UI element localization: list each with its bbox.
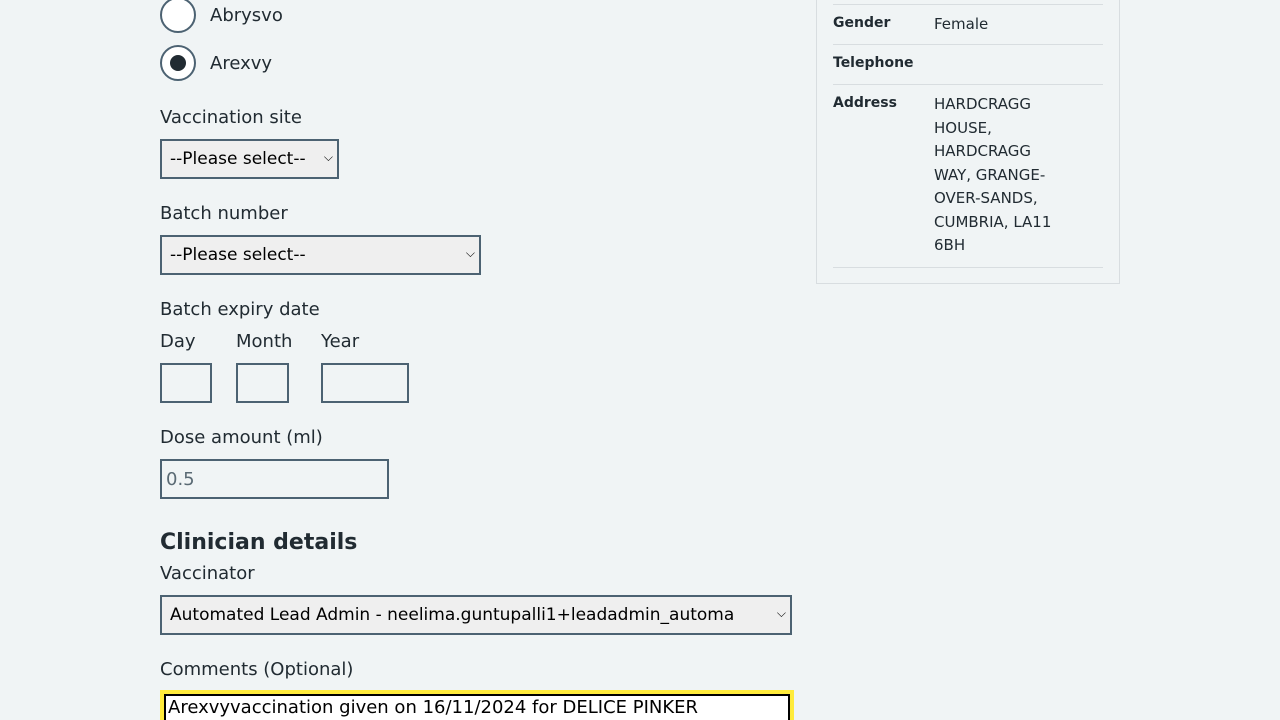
radio-label-abrysvo: Abrysvo: [210, 4, 283, 26]
vaccination-site-value: --Please select--: [170, 149, 306, 169]
dose-amount-input[interactable]: 0.5: [160, 459, 389, 499]
batch-expiry-label: Batch expiry date: [160, 299, 320, 320]
radio-button-abrysvo[interactable]: [160, 0, 196, 33]
radio-button-arexvy[interactable]: [160, 45, 196, 81]
expiry-year-label: Year: [321, 331, 360, 352]
dose-amount-label: Dose amount (ml): [160, 427, 323, 448]
detail-row-gender: Gender Female: [833, 4, 1103, 45]
batch-number-select[interactable]: --Please select-- ⌵: [160, 235, 481, 275]
radio-option-abrysvo[interactable]: Abrysvo: [160, 0, 283, 35]
comments-label: Comments (Optional): [160, 659, 354, 680]
address-key: Address: [833, 95, 897, 111]
vaccination-site-select[interactable]: --Please select-- ⌵: [160, 139, 339, 179]
patient-details-panel: Gender Female Telephone Address HARDCRAG…: [816, 0, 1120, 284]
expiry-year-input[interactable]: [321, 363, 409, 403]
detail-row-telephone: Telephone: [833, 44, 1103, 85]
vaccinator-label: Vaccinator: [160, 563, 255, 584]
vaccinator-select[interactable]: Automated Lead Admin - neelima.guntupall…: [160, 595, 792, 635]
expiry-day-label: Day: [160, 331, 196, 352]
radio-option-arexvy[interactable]: Arexvy: [160, 43, 272, 83]
expiry-month-input[interactable]: [236, 363, 289, 403]
batch-number-label: Batch number: [160, 203, 288, 224]
vaccinator-value: Automated Lead Admin - neelima.guntupall…: [170, 605, 735, 625]
comments-textarea[interactable]: Arexvyvaccination given on 16/11/2024 fo…: [160, 690, 794, 720]
gender-key: Gender: [833, 15, 891, 31]
chevron-down-icon: ⌵: [323, 150, 333, 164]
expiry-day-input[interactable]: [160, 363, 212, 403]
vaccination-form-page: Abrysvo Arexvy Vaccination site --Please…: [0, 0, 1280, 720]
gender-value: Female: [934, 15, 989, 33]
vaccination-site-label: Vaccination site: [160, 107, 302, 128]
detail-row-address: Address HARDCRAGG HOUSE, HARDCRAGG WAY, …: [833, 84, 1103, 268]
radio-label-arexvy: Arexvy: [210, 52, 273, 74]
chevron-down-icon: ⌵: [776, 606, 786, 620]
chevron-down-icon: ⌵: [465, 246, 475, 260]
batch-number-value: --Please select--: [170, 245, 306, 265]
clinician-details-heading: Clinician details: [160, 530, 358, 555]
address-value: HARDCRAGG HOUSE, HARDCRAGG WAY, GRANGE-O…: [934, 95, 1052, 254]
telephone-key: Telephone: [833, 55, 914, 71]
expiry-month-label: Month: [236, 331, 293, 352]
